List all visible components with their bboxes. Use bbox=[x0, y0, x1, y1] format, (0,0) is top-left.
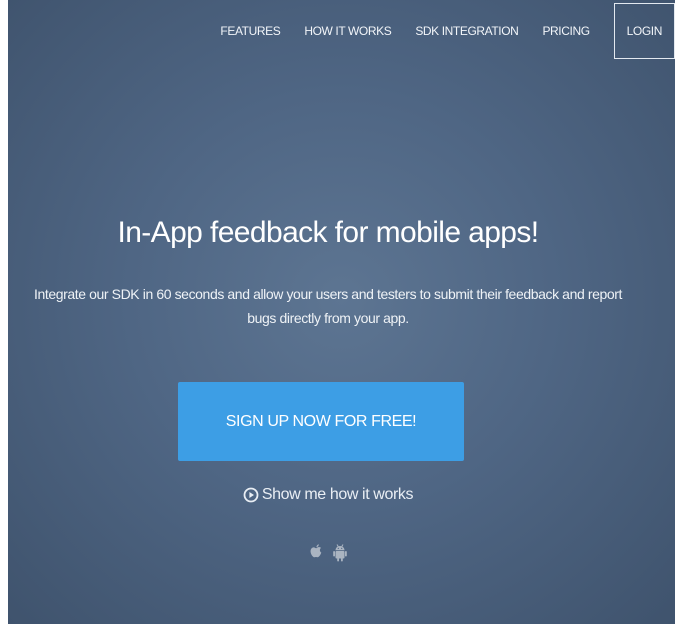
hero-subtext: Integrate our SDK in 60 seconds and allo… bbox=[33, 286, 623, 326]
show-how-it-works-label: Show me how it works bbox=[261, 486, 414, 503]
apple-icon bbox=[308, 543, 324, 563]
login-button[interactable]: LOGIN bbox=[613, 3, 675, 59]
hero-section: FEATURES HOW IT WORKS SDK INTEGRATION PR… bbox=[8, 0, 675, 624]
nav-link-how-it-works[interactable]: HOW IT WORKS bbox=[304, 24, 391, 38]
nav-link-sdk-integration[interactable]: SDK INTEGRATION bbox=[415, 24, 519, 38]
platform-icons bbox=[8, 543, 648, 563]
android-icon bbox=[332, 543, 348, 563]
hero-headline: In-App feedback for mobile apps! bbox=[117, 216, 539, 250]
play-circle-icon bbox=[243, 487, 259, 503]
top-nav: FEATURES HOW IT WORKS SDK INTEGRATION PR… bbox=[220, 0, 675, 62]
signup-button[interactable]: SIGN UP NOW FOR FREE! bbox=[178, 382, 464, 461]
nav-link-pricing[interactable]: PRICING bbox=[542, 24, 590, 38]
show-how-it-works-link[interactable]: Show me how it works bbox=[8, 486, 648, 504]
nav-link-features[interactable]: FEATURES bbox=[220, 24, 280, 38]
